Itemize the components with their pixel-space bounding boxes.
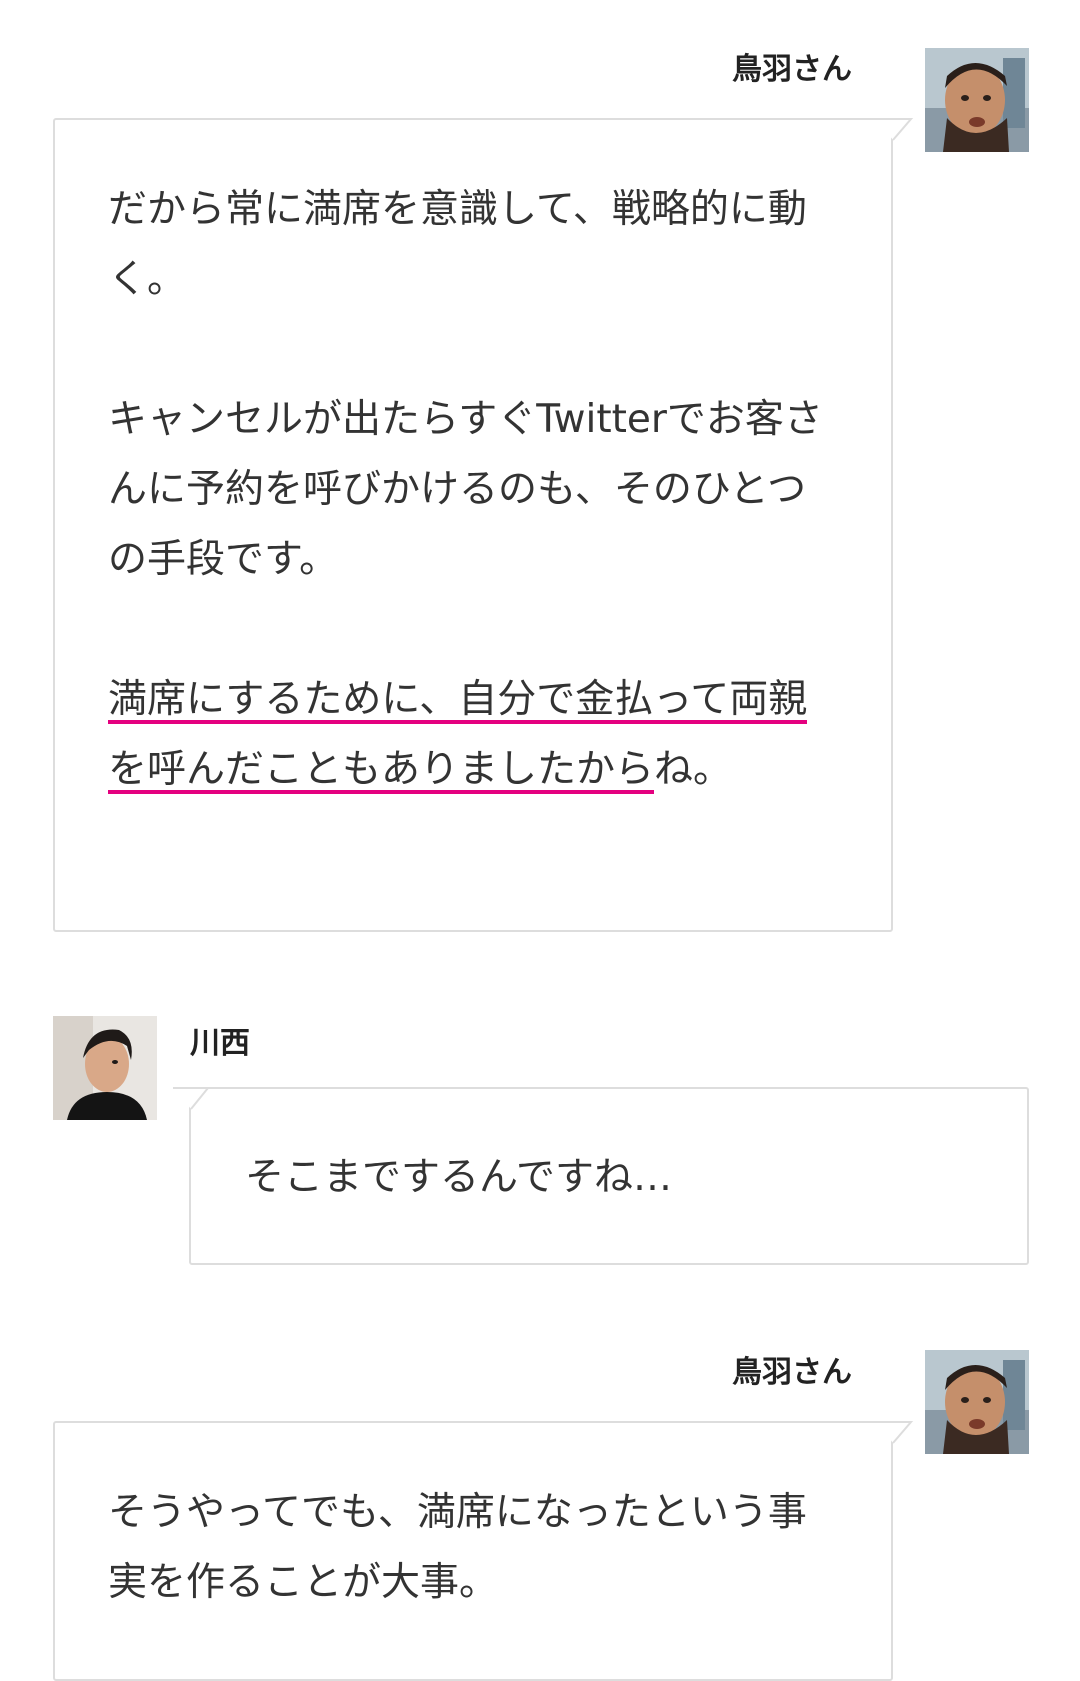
- person-avatar-icon: [925, 48, 1029, 152]
- message-text: だから常に満席を意識して、戦略的に動く。 キャンセルが出たらすぐTwitterで…: [108, 175, 838, 805]
- speaker-name: 川西: [190, 1026, 250, 1061]
- bubble-tail: [172, 1087, 211, 1110]
- message-text-tail: ね。: [654, 747, 733, 792]
- message-paragraph: 満席にするために、自分で金払って両親を呼んだこともありましたからね。: [108, 665, 838, 805]
- speaker-avatar: [925, 1350, 1029, 1454]
- person-avatar-icon: [925, 1350, 1029, 1454]
- speaker-name: 鳥羽さん: [732, 1355, 852, 1390]
- person-avatar-icon: [53, 1016, 157, 1120]
- speaker-avatar: [925, 48, 1029, 152]
- message-paragraph: キャンセルが出たらすぐTwitterでお客さんに予約を呼びかけるのも、そのひとつ…: [108, 397, 823, 582]
- message-text: そうやってでも、満席になったという事実を作ることが大事。: [108, 1478, 838, 1618]
- message-paragraph: そうやってでも、満席になったという事実を作ることが大事。: [108, 1490, 807, 1605]
- message-paragraph: だから常に満席を意識して、戦略的に動く。: [108, 187, 807, 302]
- speaker-avatar: [53, 1016, 157, 1120]
- bubble-tail: [876, 118, 914, 141]
- speaker-name: 鳥羽さん: [732, 52, 852, 87]
- message-text: そこまでするんですね…: [245, 1143, 985, 1213]
- message-paragraph: そこまでするんですね…: [245, 1155, 673, 1200]
- bubble-tail: [876, 1421, 914, 1444]
